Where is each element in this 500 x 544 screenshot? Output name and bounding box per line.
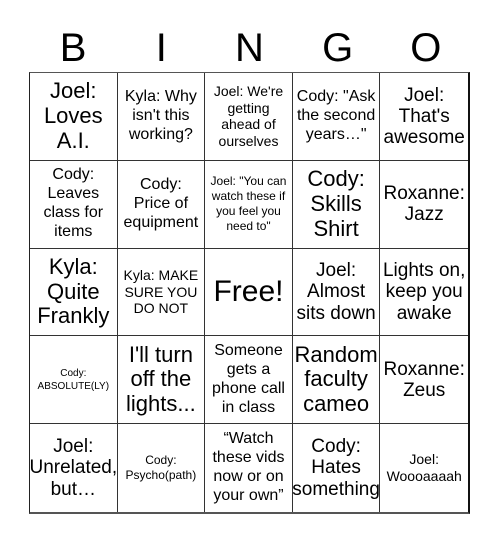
bingo-cell[interactable]: Roxanne: Jazz: [380, 161, 468, 249]
bingo-header: B I N G O: [29, 24, 470, 72]
header-letter-o: O: [410, 26, 442, 70]
bingo-cell[interactable]: I'll turn off the lights...: [117, 336, 206, 425]
bingo-cell[interactable]: Joel: Unrelated, but…: [30, 424, 118, 512]
bingo-cell[interactable]: Cody: Skills Shirt: [292, 160, 381, 249]
bingo-cell[interactable]: Joel: Loves A.I.: [30, 73, 118, 161]
bingo-cell[interactable]: Joel: "You can watch these if you feel y…: [205, 160, 293, 249]
bingo-cell[interactable]: Joel: That's awesome: [380, 73, 468, 161]
bingo-cell[interactable]: Roxanne: Zeus: [380, 336, 468, 425]
bingo-cell[interactable]: “Watch these vids now or on your own”: [205, 424, 293, 512]
bingo-cell[interactable]: Cody: Psycho(path): [118, 424, 206, 512]
header-letter-n: N: [235, 26, 264, 70]
bingo-cell[interactable]: Cody: Leaves class for items: [30, 160, 118, 249]
header-letter-g: G: [322, 26, 354, 70]
header-letter-i: I: [155, 26, 167, 70]
bingo-cell[interactable]: Random faculty cameo: [292, 336, 381, 425]
bingo-cell[interactable]: Joel: Woooaaaah: [380, 424, 468, 512]
bingo-cell[interactable]: Someone gets a phone call in class: [205, 336, 293, 425]
bingo-cell[interactable]: Cody: Price of equipment: [117, 160, 206, 249]
bingo-cell[interactable]: Kyla: Quite Frankly: [30, 248, 118, 337]
bingo-cell[interactable]: Cody: Hates something: [293, 424, 381, 512]
bingo-cell[interactable]: Joel: Almost sits down: [292, 248, 381, 337]
bingo-cell[interactable]: Kyla: Why isn't this working?: [117, 73, 206, 161]
free-space[interactable]: Free!: [205, 248, 293, 337]
bingo-cell[interactable]: Kyla: MAKE SURE YOU DO NOT: [117, 248, 206, 337]
bingo-cell[interactable]: Lights on, keep you awake: [380, 249, 468, 337]
bingo-cell[interactable]: Joel: We're getting ahead of ourselves: [205, 73, 293, 161]
bingo-cell[interactable]: Cody: "Ask the second years…": [292, 73, 381, 161]
bingo-cell[interactable]: Cody: ABSOLUTE(LY): [30, 336, 118, 425]
bingo-card-grid: Joel: Loves A.I. Kyla: Why isn't this wo…: [29, 72, 470, 514]
header-letter-b: B: [59, 26, 87, 70]
